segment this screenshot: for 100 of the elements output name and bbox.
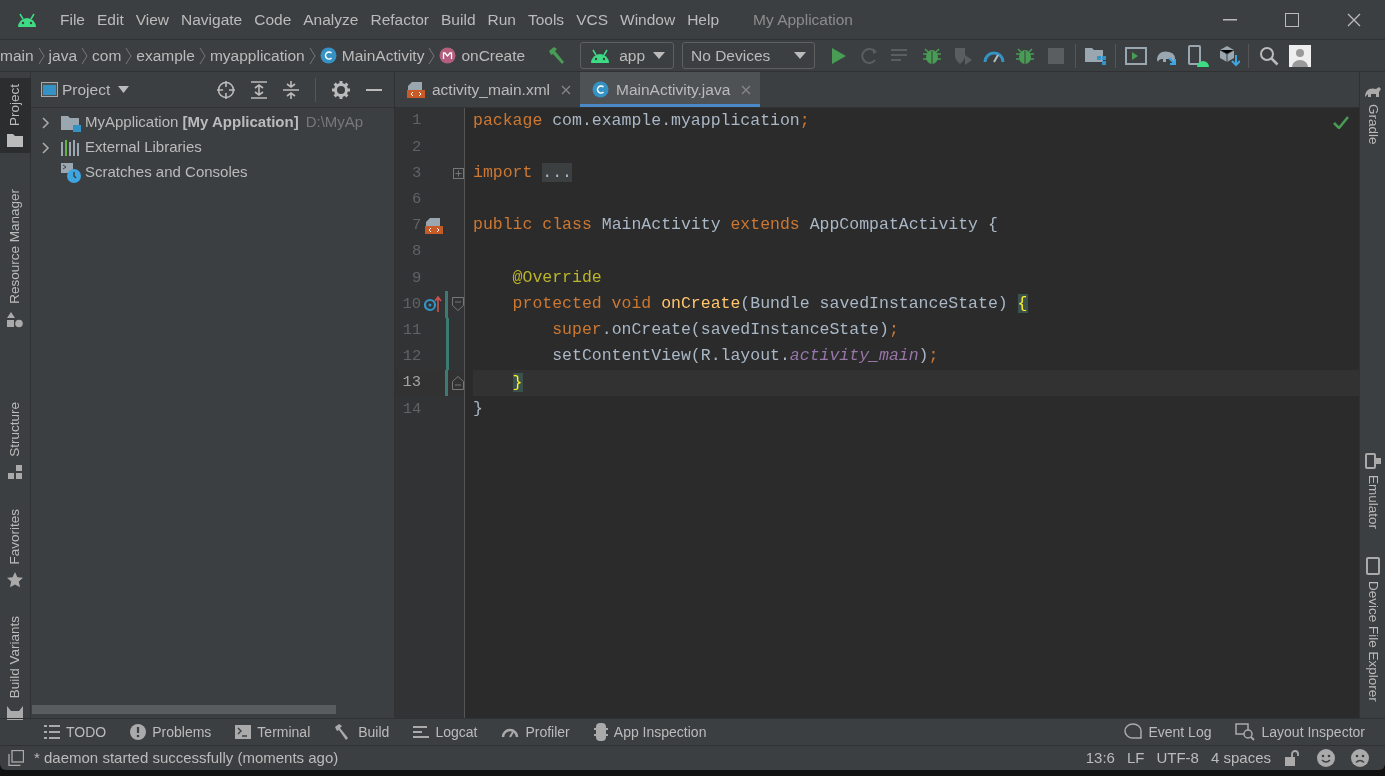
change-marker[interactable] bbox=[445, 317, 449, 344]
caret-icon bbox=[794, 52, 807, 59]
phone-icon bbox=[1365, 556, 1380, 575]
collapse-all-icon[interactable] bbox=[283, 80, 299, 99]
speech-bubble-icon bbox=[1124, 723, 1143, 741]
menu-item[interactable]: Navigate bbox=[175, 7, 249, 32]
menu-item[interactable]: Code bbox=[248, 7, 298, 32]
editor-tab[interactable]: activity_main.xml bbox=[395, 72, 580, 107]
menu-item[interactable]: Refactor bbox=[364, 7, 436, 32]
tool-window-button[interactable]: Problems bbox=[118, 721, 224, 743]
tool-window-tab[interactable]: Structure bbox=[0, 395, 31, 485]
tool-window-button[interactable]: TODO bbox=[32, 721, 119, 743]
project-view-dropdown[interactable]: Project bbox=[62, 77, 130, 102]
code-line: protected void onCreate(Bundle savedInstanceState) { bbox=[511, 293, 1028, 316]
smile-icon[interactable] bbox=[1317, 749, 1335, 767]
tool-window-button[interactable]: Logcat bbox=[401, 721, 490, 743]
settings-icon[interactable] bbox=[332, 80, 350, 99]
list-icon bbox=[44, 725, 60, 739]
override-icon[interactable] bbox=[424, 296, 443, 313]
chevron-icon bbox=[42, 141, 50, 154]
breadcrumb[interactable]: java bbox=[48, 43, 78, 68]
caret-icon bbox=[118, 86, 130, 93]
chevron-icon bbox=[37, 46, 45, 65]
phone-icon bbox=[1364, 452, 1381, 469]
minimize-icon[interactable] bbox=[366, 88, 382, 91]
line-separator[interactable]: LF bbox=[1120, 746, 1151, 770]
code-line: setContentView(R.layout.activity_main); bbox=[551, 345, 939, 368]
change-marker[interactable] bbox=[445, 291, 448, 318]
run-config-dropdown[interactable]: app bbox=[580, 42, 675, 69]
star-icon bbox=[7, 572, 23, 589]
fold-icon[interactable] bbox=[452, 375, 464, 390]
code-line: public class MainActivity extends AppCompatActivity { bbox=[473, 214, 998, 237]
indent-setting[interactable]: 4 spaces bbox=[1204, 746, 1277, 770]
menu-item[interactable]: VCS bbox=[570, 7, 614, 32]
chevron-icon bbox=[198, 46, 206, 65]
tool-window-button[interactable]: Build bbox=[322, 721, 402, 743]
close-icon[interactable] bbox=[561, 84, 571, 95]
fold-icon[interactable] bbox=[452, 297, 464, 312]
crosshair-icon[interactable] bbox=[217, 80, 235, 99]
frown-icon[interactable] bbox=[1351, 749, 1369, 767]
device-dropdown[interactable]: No Devices bbox=[682, 42, 816, 69]
tool-window-tab[interactable]: Device File Explorer bbox=[1362, 550, 1383, 708]
breadcrumb[interactable]: com bbox=[92, 43, 122, 68]
tool-window-button[interactable]: Event Log bbox=[1112, 721, 1224, 743]
breadcrumb[interactable]: example bbox=[136, 43, 195, 68]
menu-item[interactable]: Tools bbox=[521, 7, 571, 32]
tool-window-tab[interactable]: Emulator bbox=[1362, 446, 1383, 535]
tool-window-button[interactable]: Terminal bbox=[223, 721, 323, 743]
breadcrumb[interactable]: MainActivity bbox=[319, 43, 425, 68]
breadcrumb[interactable]: onCreate bbox=[439, 43, 526, 68]
tree-item[interactable]: MyApplication [My Application] D:\MyAp bbox=[31, 110, 394, 135]
gauge-icon bbox=[501, 726, 520, 738]
layout-file-icon[interactable] bbox=[424, 216, 443, 235]
menu-item[interactable]: Run bbox=[481, 7, 522, 32]
method-icon bbox=[439, 47, 457, 64]
caret-position[interactable]: 13:6 bbox=[1079, 746, 1121, 770]
tool-window-tab[interactable]: Gradle bbox=[1362, 78, 1383, 151]
menu-item[interactable]: Analyze bbox=[297, 7, 365, 32]
magnifier-icon bbox=[1235, 723, 1256, 741]
menu-item[interactable]: File bbox=[54, 7, 91, 32]
editor-tab[interactable]: MainActivity.java bbox=[580, 72, 761, 107]
change-marker[interactable] bbox=[445, 343, 449, 370]
inspection-icon bbox=[593, 723, 608, 741]
menu-item[interactable]: View bbox=[129, 7, 176, 32]
menu-item[interactable]: Window bbox=[614, 7, 682, 32]
window-icon[interactable] bbox=[8, 750, 24, 766]
chevron-icon bbox=[308, 46, 316, 65]
tree-item[interactable]: External Libraries bbox=[31, 135, 394, 160]
problems-icon bbox=[130, 724, 147, 740]
tool-window-button[interactable]: Profiler bbox=[489, 721, 582, 743]
chevron-icon bbox=[428, 46, 436, 65]
expand-all-icon[interactable] bbox=[251, 80, 267, 99]
library-icon bbox=[61, 139, 81, 156]
folder-icon bbox=[61, 113, 81, 132]
window-title: My Application bbox=[753, 9, 853, 30]
breadcrumb[interactable]: main bbox=[0, 43, 34, 68]
close-icon[interactable] bbox=[741, 84, 752, 95]
code-line: super.onCreate(savedInstanceState); bbox=[551, 319, 899, 342]
menu-item[interactable]: Build bbox=[435, 7, 482, 32]
tool-window-tab[interactable]: Resource Manager bbox=[0, 183, 31, 334]
window-icon bbox=[41, 82, 58, 97]
class-icon bbox=[592, 81, 609, 98]
breadcrumb[interactable]: myapplication bbox=[209, 43, 305, 68]
tool-window-tab[interactable]: Project bbox=[0, 78, 31, 154]
scrollbar[interactable] bbox=[32, 705, 336, 714]
change-marker[interactable] bbox=[445, 369, 448, 397]
tool-window-button[interactable]: App Inspection bbox=[581, 721, 719, 743]
tool-window-button[interactable]: Layout Inspector bbox=[1223, 721, 1377, 743]
folder-icon bbox=[7, 134, 23, 148]
lock-icon[interactable] bbox=[1285, 750, 1301, 766]
tree-item[interactable]: Scratches and Consoles bbox=[31, 160, 394, 185]
menu-item[interactable]: Edit bbox=[91, 7, 130, 32]
structure-icon bbox=[8, 464, 22, 479]
tool-window-tab[interactable]: Favorites bbox=[0, 502, 31, 595]
check-icon bbox=[1333, 116, 1349, 129]
menu-item[interactable]: Help bbox=[681, 7, 726, 32]
tool-window-tab[interactable]: Build Variants bbox=[0, 610, 31, 727]
file-encoding[interactable]: UTF-8 bbox=[1150, 746, 1205, 770]
fold-icon[interactable] bbox=[452, 167, 464, 179]
chevron-icon bbox=[125, 46, 133, 65]
